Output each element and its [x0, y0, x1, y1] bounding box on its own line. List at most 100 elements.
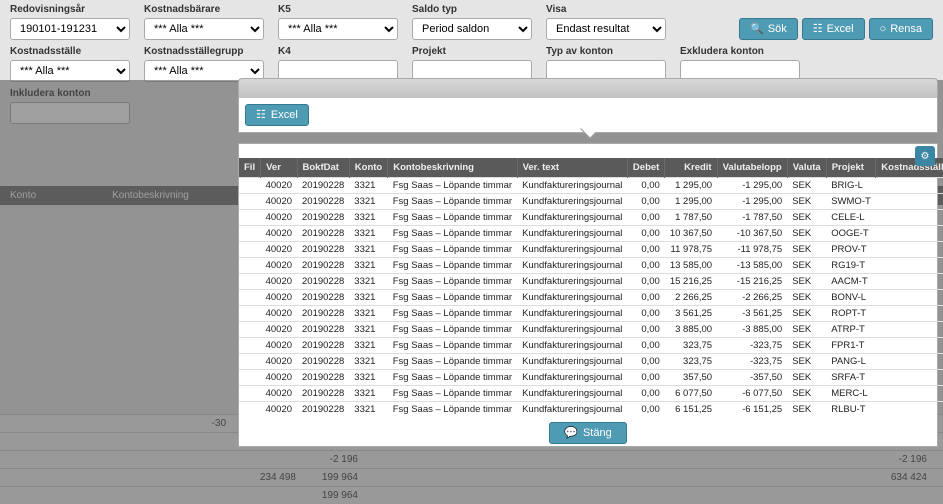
- table-row[interactable]: 40020201902283321Fsg Saas – Löpande timm…: [239, 242, 943, 258]
- th-kontobeskrivning[interactable]: Kontobeskrivning: [388, 158, 517, 178]
- cell-proj: AACM-T: [826, 274, 876, 290]
- th-bokfdat[interactable]: BokfDat: [297, 158, 349, 178]
- select-visa[interactable]: Endast resultat: [546, 18, 666, 40]
- cell-fil: [239, 258, 261, 274]
- cell-valbel: -10 367,50: [717, 226, 787, 242]
- sok-button[interactable]: 🔍Sök: [739, 18, 798, 40]
- cell-kredit: 6 151,25: [665, 402, 717, 418]
- cell-kredit: 15 216,25: [665, 274, 717, 290]
- cell-proj: CELE-L: [826, 210, 876, 226]
- cell-debet: 0,00: [627, 306, 664, 322]
- th-valutabelopp[interactable]: Valutabelopp: [717, 158, 787, 178]
- cell-vtext: Kundfaktureringsjournal: [517, 274, 627, 290]
- cell-kredit: 6 077,50: [665, 386, 717, 402]
- table-row[interactable]: 40020201902283321Fsg Saas – Löpande timm…: [239, 322, 943, 338]
- table-row[interactable]: 40020201902283321Fsg Saas – Löpande timm…: [239, 338, 943, 354]
- cell-valuta: SEK: [787, 354, 826, 370]
- cell-kst: [876, 178, 943, 194]
- label-kostnadsstalle: Kostnadsställe: [10, 46, 130, 57]
- table-row[interactable]: 40020201902283321Fsg Saas – Löpande timm…: [239, 226, 943, 242]
- grid-icon: ☷: [813, 24, 823, 35]
- cell-fil: [239, 338, 261, 354]
- close-button[interactable]: 💬 Stäng: [549, 422, 626, 444]
- cell-valbel: -13 585,00: [717, 258, 787, 274]
- table-row[interactable]: 40020201902283321Fsg Saas – Löpande timm…: [239, 386, 943, 402]
- select-redovisningsar[interactable]: 190101-191231: [10, 18, 130, 40]
- table-row[interactable]: 40020201902283321Fsg Saas – Löpande timm…: [239, 274, 943, 290]
- th-vertext[interactable]: Ver. text: [517, 158, 627, 178]
- cell-kst: [876, 354, 943, 370]
- cell-vtext: Kundfaktureringsjournal: [517, 370, 627, 386]
- cell-bokfdat: 20190228: [297, 290, 349, 306]
- cell-vtext: Kundfaktureringsjournal: [517, 242, 627, 258]
- cell-proj: RLBU-T: [826, 402, 876, 418]
- cell-ver: 40020: [261, 194, 297, 210]
- cell-debet: 0,00: [627, 178, 664, 194]
- table-row[interactable]: 40020201902283321Fsg Saas – Löpande timm…: [239, 258, 943, 274]
- table-row[interactable]: 40020201902283321Fsg Saas – Löpande timm…: [239, 354, 943, 370]
- table-row[interactable]: 40020201902283321Fsg Saas – Löpande timm…: [239, 306, 943, 322]
- cell-konto: 3321: [349, 258, 387, 274]
- modal-titlebar[interactable]: [238, 78, 938, 98]
- table-header-row: Fil Ver BokfDat Konto Kontobeskrivning V…: [239, 158, 943, 178]
- th-valuta[interactable]: Valuta: [787, 158, 826, 178]
- select-kostnadsbarare[interactable]: *** Alla ***: [144, 18, 264, 40]
- cell-proj: RG19-T: [826, 258, 876, 274]
- cell-debet: 0,00: [627, 290, 664, 306]
- th-kredit[interactable]: Kredit: [665, 158, 717, 178]
- cell-kst: [876, 322, 943, 338]
- cell-valuta: SEK: [787, 226, 826, 242]
- cell-konto: 3321: [349, 274, 387, 290]
- cell-beskr: Fsg Saas – Löpande timmar: [388, 242, 517, 258]
- cell-fil: [239, 242, 261, 258]
- cell-vtext: Kundfaktureringsjournal: [517, 290, 627, 306]
- cell-bokfdat: 20190228: [297, 194, 349, 210]
- cell-kredit: 357,50: [665, 370, 717, 386]
- rensa-button[interactable]: ○Rensa: [869, 18, 933, 40]
- cell-beskr: Fsg Saas – Löpande timmar: [388, 258, 517, 274]
- label-visa: Visa: [546, 4, 666, 15]
- settings-button[interactable]: ⚙: [915, 146, 935, 166]
- cell-bokfdat: 20190228: [297, 370, 349, 386]
- table-row[interactable]: 40020201902283321Fsg Saas – Löpande timm…: [239, 194, 943, 210]
- cell-proj: SRFA-T: [826, 370, 876, 386]
- cell-fil: [239, 322, 261, 338]
- cell-proj: ROPT-T: [826, 306, 876, 322]
- cell-beskr: Fsg Saas – Löpande timmar: [388, 194, 517, 210]
- cell-proj: BRIG-L: [826, 178, 876, 194]
- excel-button-modal[interactable]: ☷ Excel: [245, 104, 309, 126]
- cell-bokfdat: 20190228: [297, 322, 349, 338]
- cell-vtext: Kundfaktureringsjournal: [517, 322, 627, 338]
- cell-kredit: 1 295,00: [665, 178, 717, 194]
- cell-beskr: Fsg Saas – Löpande timmar: [388, 226, 517, 242]
- cell-konto: 3321: [349, 322, 387, 338]
- th-konto[interactable]: Konto: [349, 158, 387, 178]
- select-saldo-typ[interactable]: Period saldon: [412, 18, 532, 40]
- select-k5[interactable]: *** Alla ***: [278, 18, 398, 40]
- cell-kredit: 323,75: [665, 354, 717, 370]
- table-row[interactable]: 40020201902283321Fsg Saas – Löpande timm…: [239, 370, 943, 386]
- cell-valbel: -11 978,75: [717, 242, 787, 258]
- cell-debet: 0,00: [627, 258, 664, 274]
- cell-ver: 40020: [261, 306, 297, 322]
- th-fil[interactable]: Fil: [239, 158, 261, 178]
- th-projekt[interactable]: Projekt: [826, 158, 876, 178]
- cell-ver: 40020: [261, 322, 297, 338]
- cell-valuta: SEK: [787, 338, 826, 354]
- th-debet[interactable]: Debet: [627, 158, 664, 178]
- table-row[interactable]: 40020201902283321Fsg Saas – Löpande timm…: [239, 290, 943, 306]
- th-ver[interactable]: Ver: [261, 158, 297, 178]
- cell-valbel: -1 787,50: [717, 210, 787, 226]
- cell-kredit: 3 885,00: [665, 322, 717, 338]
- cell-proj: OOGE-T: [826, 226, 876, 242]
- table-row[interactable]: 40020201902283321Fsg Saas – Löpande timm…: [239, 402, 943, 418]
- clear-icon: ○: [880, 24, 887, 35]
- table-row[interactable]: 40020201902283321Fsg Saas – Löpande timm…: [239, 178, 943, 194]
- excel-button-top[interactable]: ☷Excel: [802, 18, 865, 40]
- cell-vtext: Kundfaktureringsjournal: [517, 210, 627, 226]
- cell-fil: [239, 386, 261, 402]
- cell-bokfdat: 20190228: [297, 402, 349, 418]
- table-row[interactable]: 40020201902283321Fsg Saas – Löpande timm…: [239, 210, 943, 226]
- select-kostnadsstalle[interactable]: *** Alla ***: [10, 60, 130, 82]
- cell-valuta: SEK: [787, 402, 826, 418]
